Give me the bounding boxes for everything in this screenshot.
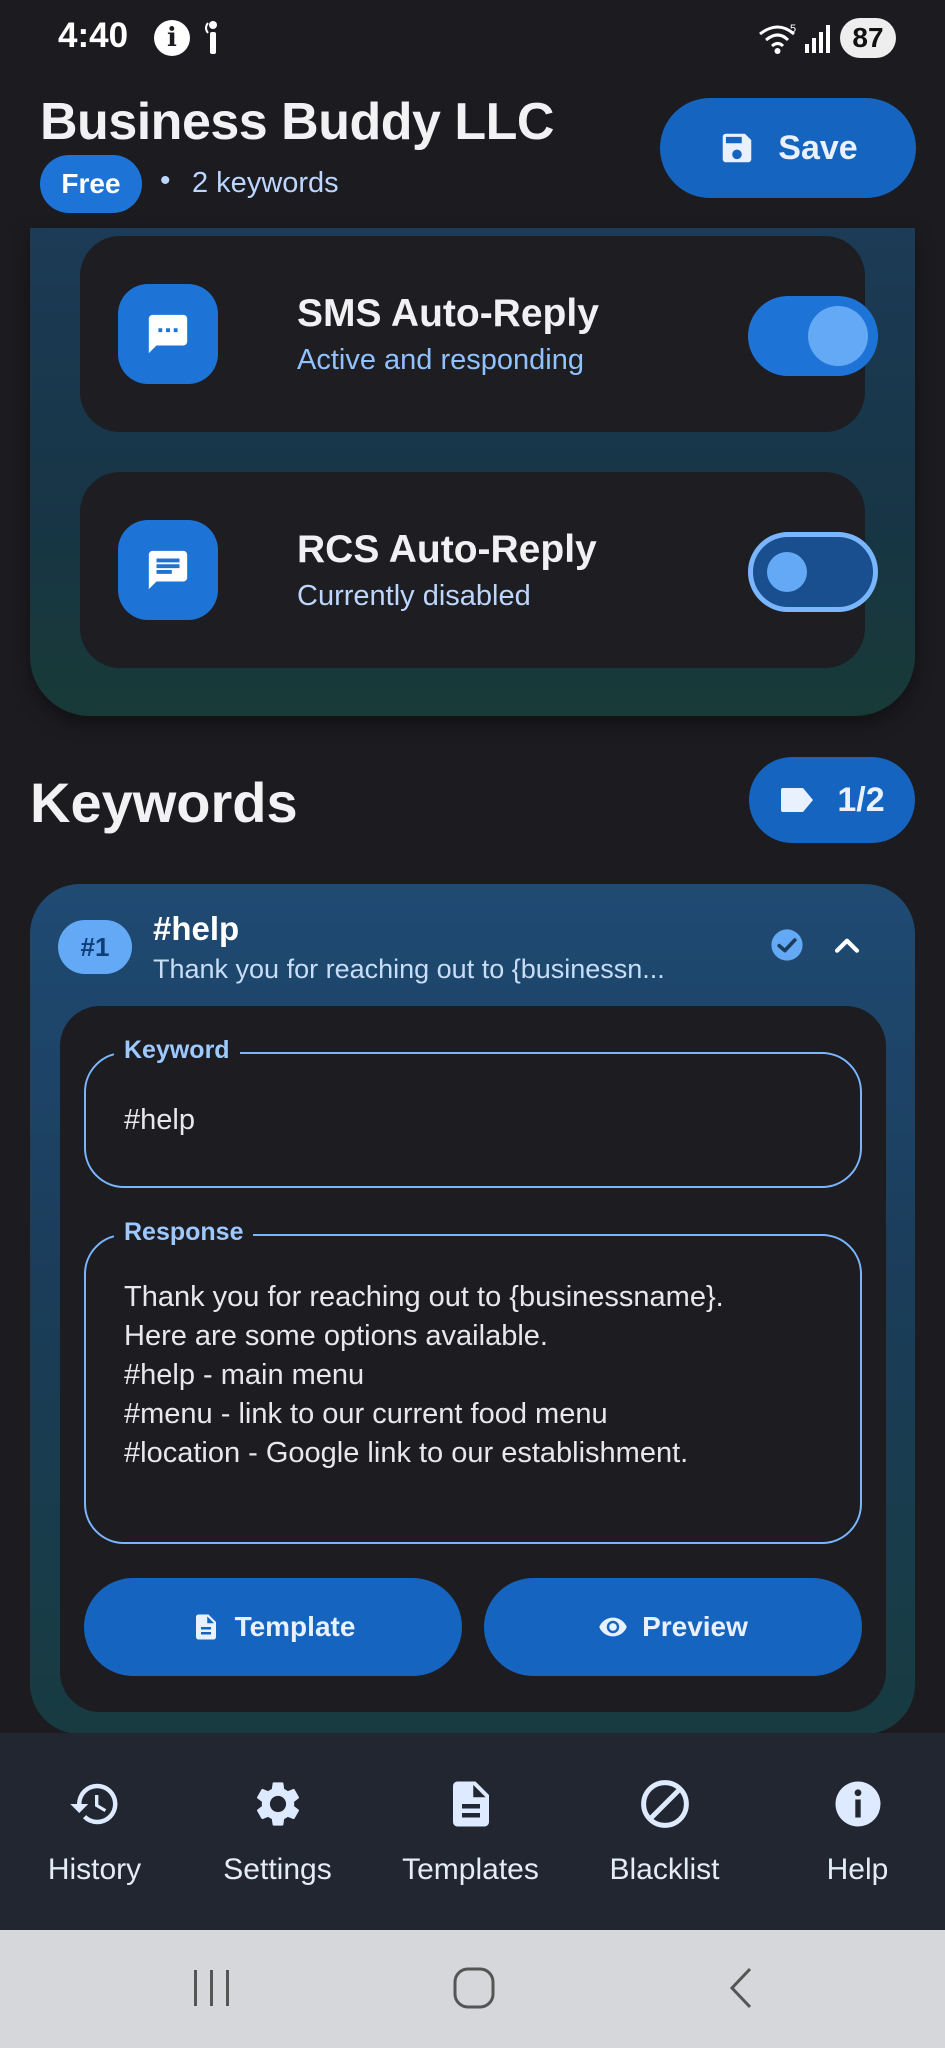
- notification-icon: [205, 21, 217, 54]
- auto-reply-panel: SMS Auto-Reply Active and responding RCS…: [30, 228, 915, 716]
- response-line: #location - Google link to our establish…: [124, 1437, 689, 1469]
- label-icon: [781, 788, 814, 812]
- keyword-editor: Keyword #help Response Thank you for rea…: [60, 1006, 886, 1712]
- keyword-name: #help: [153, 910, 240, 947]
- keyword-number-badge: #1: [58, 920, 132, 974]
- keyword-field[interactable]: Keyword #help: [84, 1036, 862, 1188]
- keyword-counter-badge[interactable]: 1/2: [749, 757, 915, 843]
- svg-text:5: 5: [790, 23, 796, 35]
- sms-auto-reply-card: SMS Auto-Reply Active and responding: [80, 236, 878, 432]
- toggle-knob: [808, 306, 868, 366]
- keyword-field-value: #help: [124, 1104, 195, 1136]
- keywords-heading: Keywords: [30, 771, 298, 834]
- gear-icon: [256, 1782, 300, 1826]
- save-button[interactable]: Save: [660, 98, 916, 198]
- nav-item-help[interactable]: Help: [763, 1733, 945, 1930]
- bottom-navigation: History Settings Templates Blacklist Hel…: [0, 1733, 945, 1930]
- response-line: #help - main menu: [124, 1359, 365, 1391]
- nav-item-templates[interactable]: Templates: [376, 1733, 565, 1930]
- nav-label-history: History: [47, 1853, 142, 1886]
- status-time: 4:40: [58, 16, 129, 55]
- response-line: Here are some options available.: [124, 1320, 548, 1352]
- sms-status: Active and responding: [297, 344, 584, 376]
- response-field-label: Response: [114, 1218, 254, 1247]
- separator-dot: •: [160, 164, 171, 197]
- keyword-response-preview: Thank you for reaching out to {businessn…: [153, 954, 665, 984]
- keyword-count: 2 keywords: [192, 167, 339, 199]
- check-circle-icon: [771, 929, 803, 961]
- response-text: Thank you for reaching out to {businessn…: [124, 1278, 724, 1473]
- preview-button-label: Preview: [642, 1611, 748, 1642]
- save-icon: [723, 133, 752, 163]
- sms-title: SMS Auto-Reply: [297, 292, 599, 335]
- keyword-card: #1 #help Thank you for reaching out to {…: [30, 884, 915, 1734]
- battery-indicator: 87: [840, 18, 896, 58]
- nav-label-settings: Settings: [223, 1853, 332, 1886]
- rcs-title: RCS Auto-Reply: [297, 528, 597, 571]
- system-navigation-bar: [0, 1930, 945, 2048]
- wifi-icon: 5: [759, 23, 796, 54]
- rcs-icon: [118, 520, 218, 620]
- back-icon[interactable]: [720, 1966, 764, 2010]
- nav-label-help: Help: [826, 1853, 889, 1886]
- preview-button[interactable]: Preview: [484, 1578, 862, 1676]
- rcs-auto-reply-card: RCS Auto-Reply Currently disabled: [80, 472, 878, 668]
- response-line: #menu - link to our current food menu: [124, 1398, 608, 1430]
- info-icon: i: [154, 20, 190, 56]
- template-button[interactable]: Template: [84, 1578, 462, 1676]
- eye-icon: [599, 1617, 627, 1637]
- info-icon: [835, 1781, 881, 1827]
- block-icon: [641, 1780, 689, 1828]
- nav-label-blacklist: Blacklist: [609, 1853, 720, 1886]
- history-icon: [70, 1783, 118, 1825]
- nav-item-history[interactable]: History: [0, 1733, 189, 1930]
- plan-badge: Free: [40, 155, 142, 213]
- response-field[interactable]: Response Thank you for reaching out to {…: [84, 1218, 862, 1544]
- template-button-label: Template: [234, 1611, 356, 1642]
- signal-icon: [805, 25, 830, 53]
- nav-label-templates: Templates: [402, 1853, 539, 1886]
- rcs-status: Currently disabled: [297, 580, 531, 612]
- chevron-up-icon[interactable]: [830, 928, 864, 962]
- toggle-knob: [767, 552, 807, 592]
- sms-toggle[interactable]: [748, 296, 878, 376]
- keyword-counter-label: 1/2: [837, 780, 885, 819]
- app-title: Business Buddy LLC: [40, 93, 554, 151]
- status-bar: 4:40 i 5 87: [0, 0, 945, 76]
- response-line: Thank you for reaching out to {businessn…: [124, 1281, 724, 1313]
- recent-apps-icon[interactable]: [190, 1966, 234, 2010]
- save-label: Save: [778, 128, 858, 167]
- keyword-field-label: Keyword: [114, 1036, 240, 1065]
- document-icon: [195, 1614, 216, 1640]
- nav-item-blacklist[interactable]: Blacklist: [570, 1733, 759, 1930]
- home-icon[interactable]: [452, 1966, 496, 2010]
- document-icon: [453, 1781, 489, 1827]
- nav-item-settings[interactable]: Settings: [183, 1733, 372, 1930]
- sms-icon: [118, 284, 218, 384]
- rcs-toggle[interactable]: [748, 532, 878, 612]
